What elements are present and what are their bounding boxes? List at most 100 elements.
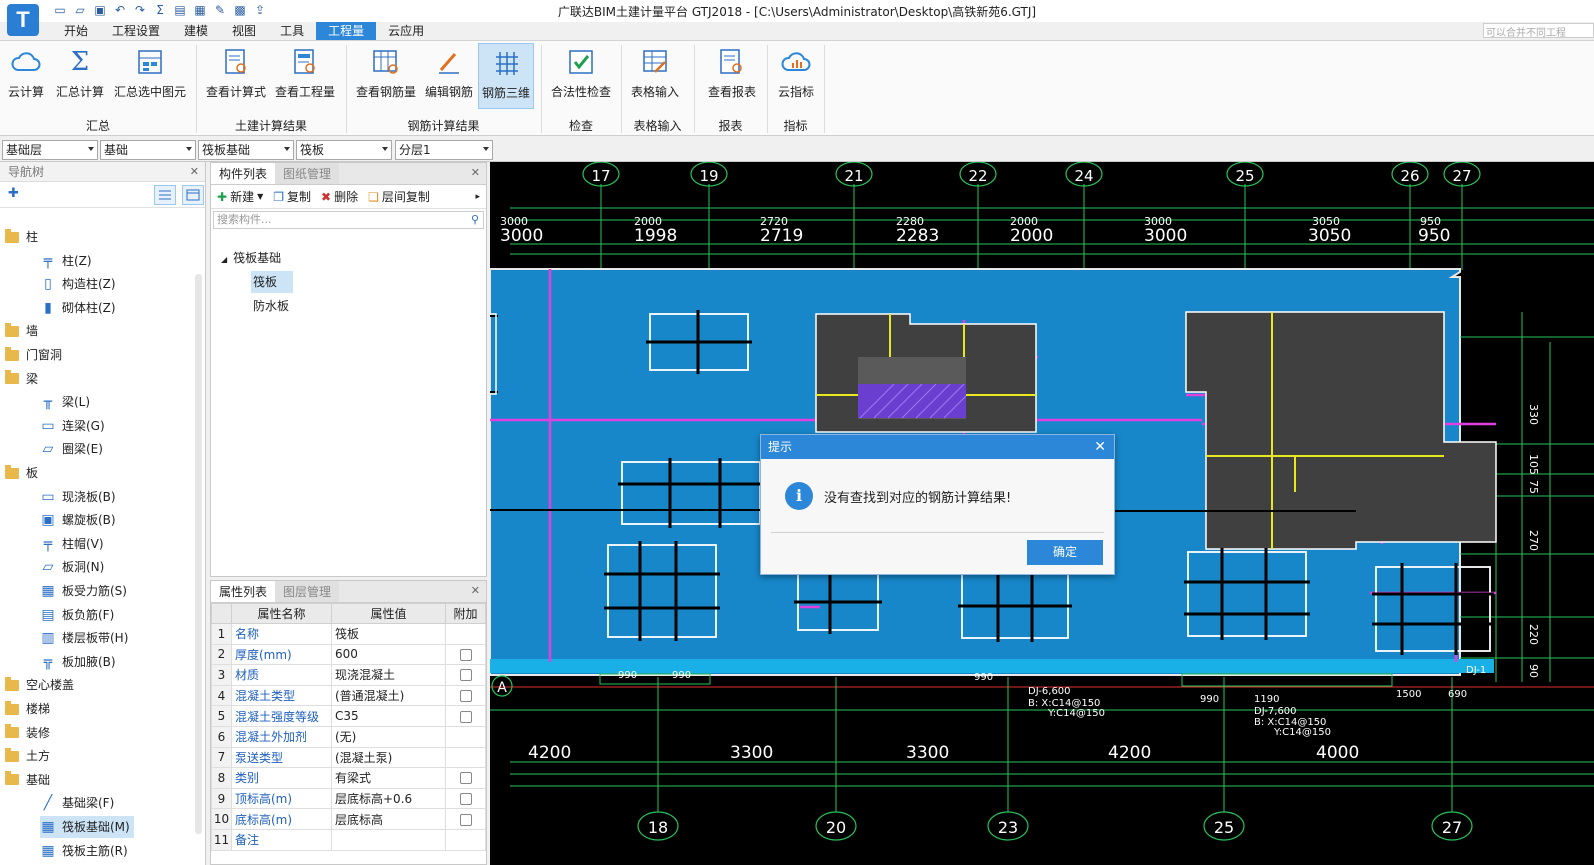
- nav-tree-item[interactable]: ▣ 螺旋板(B): [40, 509, 115, 531]
- tab-component-list[interactable]: 构件列表: [211, 163, 276, 184]
- view-rebar-button[interactable]: 查看钢筋量: [354, 43, 418, 109]
- nav-tree-item[interactable]: 板: [4, 462, 38, 484]
- ok-button[interactable]: 确定: [1027, 540, 1103, 565]
- property-row[interactable]: 4 混凝土类型 (普通混凝土): [211, 684, 486, 707]
- menu-tab-cloud[interactable]: 云应用: [376, 22, 436, 40]
- save-icon[interactable]: ▣: [92, 2, 108, 18]
- nav-tree-item[interactable]: ▦ 筏板主筋(R): [40, 840, 127, 862]
- view-formula-button[interactable]: 查看计算式: [204, 43, 268, 109]
- component-item-waterproof-slab[interactable]: 防水板: [253, 295, 289, 317]
- scrollbar[interactable]: [195, 274, 202, 834]
- floor-copy-button[interactable]: ❏ 层间复制: [368, 188, 430, 205]
- nav-tree-item[interactable]: ╦ 板加腋(B): [40, 651, 116, 673]
- property-row[interactable]: 5 混凝土强度等级 C35: [211, 705, 486, 727]
- sum-icon[interactable]: Σ: [152, 2, 168, 18]
- property-value[interactable]: [331, 828, 446, 851]
- cloud-index-button[interactable]: 云指标: [773, 43, 819, 109]
- extra-checkbox[interactable]: [459, 793, 472, 806]
- property-value[interactable]: 有梁式: [331, 767, 446, 789]
- component-item-raft[interactable]: 筏板: [251, 271, 293, 293]
- tab-drawing-management[interactable]: 图纸管理: [275, 163, 340, 184]
- detail-view-icon[interactable]: [182, 185, 204, 205]
- component-search-input[interactable]: 搜索构件... ⚲: [213, 211, 484, 229]
- edit-rebar-button[interactable]: 编辑钢筋: [422, 43, 476, 109]
- cloud-calc-button[interactable]: 云计算: [4, 43, 48, 109]
- property-value[interactable]: (混凝土泵): [331, 746, 446, 769]
- new-component-button[interactable]: ✚ 新建 ▼: [217, 188, 263, 205]
- edit-icon[interactable]: ✎: [212, 2, 228, 18]
- close-icon[interactable]: ✕: [1094, 435, 1106, 459]
- nav-tree-item[interactable]: 梁: [4, 368, 38, 390]
- validity-check-button[interactable]: 合法性检查: [548, 43, 614, 109]
- table-input-button[interactable]: 表格输入: [628, 43, 682, 109]
- nav-tree-item[interactable]: 土方: [4, 745, 50, 767]
- category-select[interactable]: 基础: [100, 140, 196, 160]
- nav-tree-item[interactable]: 柱: [4, 226, 38, 248]
- extra-checkbox[interactable]: [459, 648, 472, 661]
- property-value[interactable]: 现浇混凝土: [331, 664, 446, 686]
- app-logo-icon[interactable]: T: [7, 4, 39, 36]
- nav-tree-item[interactable]: ▦ 板受力筋(S): [40, 580, 127, 602]
- copy-button[interactable]: ❐ 复制: [273, 188, 311, 205]
- property-value[interactable]: 层底标高: [331, 808, 446, 830]
- nav-tree-item[interactable]: 墙: [4, 320, 38, 342]
- close-icon[interactable]: ✕: [190, 162, 199, 182]
- property-row[interactable]: 3 材质 现浇混凝土: [211, 664, 486, 686]
- calc-icon[interactable]: ▤: [172, 2, 188, 18]
- component-tree-root[interactable]: ◢ 筏板基础: [221, 249, 281, 266]
- new-file-icon[interactable]: ▭: [52, 2, 68, 18]
- add-icon[interactable]: ✚: [8, 186, 19, 201]
- title-search-input[interactable]: 可以合并不同工程: [1483, 23, 1594, 38]
- close-icon[interactable]: ✕: [471, 166, 480, 179]
- collapse-icon[interactable]: ◢: [221, 255, 227, 264]
- nav-tree-item[interactable]: 基础: [4, 769, 50, 791]
- open-folder-icon[interactable]: ▱: [72, 2, 88, 18]
- nav-tree-item[interactable]: ▮ 砌体柱(Z): [40, 297, 115, 319]
- view-report-button[interactable]: 查看报表: [704, 43, 760, 109]
- layer-select[interactable]: 分层1: [395, 140, 493, 160]
- property-row[interactable]: 9 顶标高(m) 层底标高+0.6: [211, 787, 486, 810]
- property-value[interactable]: C35: [331, 705, 446, 727]
- property-value[interactable]: (无): [331, 725, 446, 748]
- nav-tree-item[interactable]: ▭ 连梁(G): [40, 415, 104, 437]
- property-value[interactable]: 筏板: [331, 623, 446, 645]
- nav-tree-item[interactable]: ╱ 基础梁(F): [40, 792, 115, 814]
- floor-select[interactable]: 基础层: [2, 140, 98, 160]
- property-value[interactable]: 层底标高+0.6: [331, 787, 446, 810]
- nav-tree-item[interactable]: 门窗洞: [4, 344, 62, 366]
- more-icon[interactable]: ▸: [475, 192, 480, 202]
- property-row[interactable]: 2 厚度(mm) 600: [211, 643, 486, 666]
- rebar-3d-button[interactable]: 钢筋三维: [478, 43, 534, 109]
- nav-tree-item[interactable]: 装修: [4, 722, 50, 744]
- delete-button[interactable]: ✖ 删除: [321, 188, 358, 205]
- nav-tree-item[interactable]: ╤ 柱(Z): [40, 250, 92, 272]
- search-icon[interactable]: ⚲: [471, 212, 479, 228]
- summary-calc-button[interactable]: Σ 汇总计算: [54, 43, 106, 109]
- redo-icon[interactable]: ↷: [132, 2, 148, 18]
- extra-checkbox[interactable]: [459, 690, 472, 703]
- menu-tab-tools[interactable]: 工具: [268, 22, 316, 40]
- nav-tree-item[interactable]: ▦ 筏板基础(M): [40, 816, 134, 838]
- nav-tree-item[interactable]: 空心楼盖: [4, 674, 74, 696]
- list-view-icon[interactable]: [154, 185, 176, 205]
- view-quantity-button[interactable]: 查看工程量: [272, 43, 338, 109]
- nav-tree-item[interactable]: ▤ 板负筋(F): [40, 604, 114, 626]
- close-icon[interactable]: ✕: [471, 584, 480, 597]
- nav-tree-item[interactable]: ╥ 梁(L): [40, 391, 90, 413]
- nav-tree-item[interactable]: 楼梯: [4, 698, 50, 720]
- menu-tab-project-settings[interactable]: 工程设置: [100, 22, 172, 40]
- export-icon[interactable]: ⇪: [252, 2, 268, 18]
- property-row[interactable]: 11 备注: [211, 828, 486, 851]
- menu-tab-modeling[interactable]: 建模: [172, 22, 220, 40]
- property-row[interactable]: 6 混凝土外加剂 (无): [211, 725, 486, 748]
- nav-tree-item[interactable]: ▱ 板洞(N): [40, 556, 105, 578]
- extra-checkbox[interactable]: [459, 813, 472, 826]
- nav-tree-item[interactable]: ▭ 现浇板(B): [40, 486, 115, 508]
- property-row[interactable]: 10 底标高(m) 层底标高: [211, 808, 486, 830]
- component-select[interactable]: 筏板: [296, 140, 392, 160]
- property-row[interactable]: 7 泵送类型 (混凝土泵): [211, 746, 486, 769]
- tab-layer-management[interactable]: 图层管理: [275, 581, 340, 602]
- extra-checkbox[interactable]: [459, 710, 472, 723]
- property-value[interactable]: (普通混凝土): [331, 684, 446, 707]
- property-value[interactable]: 600: [331, 643, 446, 666]
